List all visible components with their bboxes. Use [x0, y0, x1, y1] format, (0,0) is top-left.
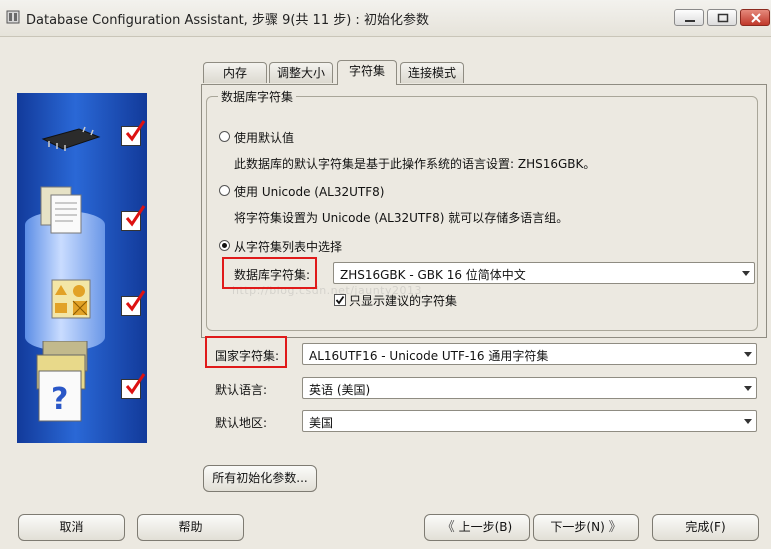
group-legend: 数据库字符集 [218, 88, 297, 105]
checkmark-icon [335, 295, 345, 305]
show-recommended-checkbox[interactable] [334, 294, 346, 306]
default-territory-select[interactable]: 美国 [302, 410, 757, 432]
radio-use-unicode[interactable] [219, 185, 230, 196]
chevron-right-icon: 》 [608, 520, 622, 535]
chevron-down-icon [742, 271, 750, 276]
default-language-select[interactable]: 英语 (美国) [302, 377, 757, 399]
documents-icon [37, 181, 93, 244]
all-init-params-button[interactable]: 所有初始化参数... [203, 465, 317, 492]
chevron-down-icon [744, 352, 752, 357]
next-button-label: 下一步(N) [550, 520, 605, 534]
finish-button[interactable]: 完成(F) [652, 514, 759, 541]
wizard-illustration: ? [17, 93, 147, 443]
show-recommended-label: 只显示建议的字符集 [349, 294, 458, 308]
step-check-icon [121, 120, 146, 146]
folder-help-icon: ? [33, 340, 93, 428]
chevron-down-icon [744, 386, 752, 391]
step-check-icon [121, 290, 146, 316]
default-language-value: 英语 (美国) [309, 383, 371, 397]
national-charset-select[interactable]: AL16UTF16 - Unicode UTF-16 通用字符集 [302, 343, 757, 365]
step-check-icon [121, 373, 146, 399]
tab-connection-mode[interactable]: 连接模式 [400, 62, 464, 83]
default-territory-value: 美国 [309, 416, 334, 430]
highlight-box [205, 336, 287, 368]
database-charset-value: ZHS16GBK - GBK 16 位简体中文 [340, 268, 526, 282]
default-territory-label: 默认地区: [215, 416, 268, 430]
help-button[interactable]: 帮助 [137, 514, 244, 541]
back-button[interactable]: 《 上一步(B) [424, 514, 530, 541]
tab-memory[interactable]: 内存 [203, 62, 267, 83]
step-check-icon [121, 205, 146, 231]
memory-chip-icon [39, 125, 103, 156]
tab-character-sets[interactable]: 字符集 [337, 60, 397, 85]
back-button-label: 上一步(B) [458, 520, 513, 534]
maximize-button[interactable] [707, 9, 737, 26]
unicode-description: 将字符集设置为 Unicode (AL32UTF8) 就可以存储多语言组。 [234, 211, 569, 225]
close-button[interactable] [740, 9, 770, 26]
radio-use-default-label: 使用默认值 [234, 131, 295, 145]
national-charset-value: AL16UTF16 - Unicode UTF-16 通用字符集 [309, 349, 549, 363]
svg-text:?: ? [51, 382, 68, 417]
database-charset-select[interactable]: ZHS16GBK - GBK 16 位简体中文 [333, 262, 755, 284]
next-button[interactable]: 下一步(N) 》 [533, 514, 639, 541]
radio-use-unicode-label: 使用 Unicode (AL32UTF8) [234, 185, 385, 199]
shapes-icon [51, 279, 91, 322]
minimize-button[interactable] [674, 9, 704, 26]
minimize-icon [685, 20, 695, 22]
title-bar: Database Configuration Assistant, 步骤 9(共… [0, 0, 771, 37]
default-language-label: 默认语言: [215, 383, 268, 397]
radio-choose-from-list-label: 从字符集列表中选择 [234, 240, 343, 254]
radio-choose-from-list[interactable] [219, 240, 230, 251]
chevron-left-icon: 《 [441, 520, 455, 535]
radio-use-default[interactable] [219, 131, 230, 142]
close-icon [751, 13, 761, 23]
highlight-box [222, 257, 317, 289]
tab-sizing[interactable]: 调整大小 [269, 62, 333, 83]
database-app-icon [6, 10, 20, 24]
maximize-icon [717, 13, 729, 23]
cancel-button[interactable]: 取消 [18, 514, 125, 541]
window-title: Database Configuration Assistant, 步骤 9(共… [26, 13, 429, 28]
chevron-down-icon [744, 419, 752, 424]
default-charset-description: 此数据库的默认字符集是基于此操作系统的语言设置: ZHS16GBK。 [234, 157, 596, 171]
